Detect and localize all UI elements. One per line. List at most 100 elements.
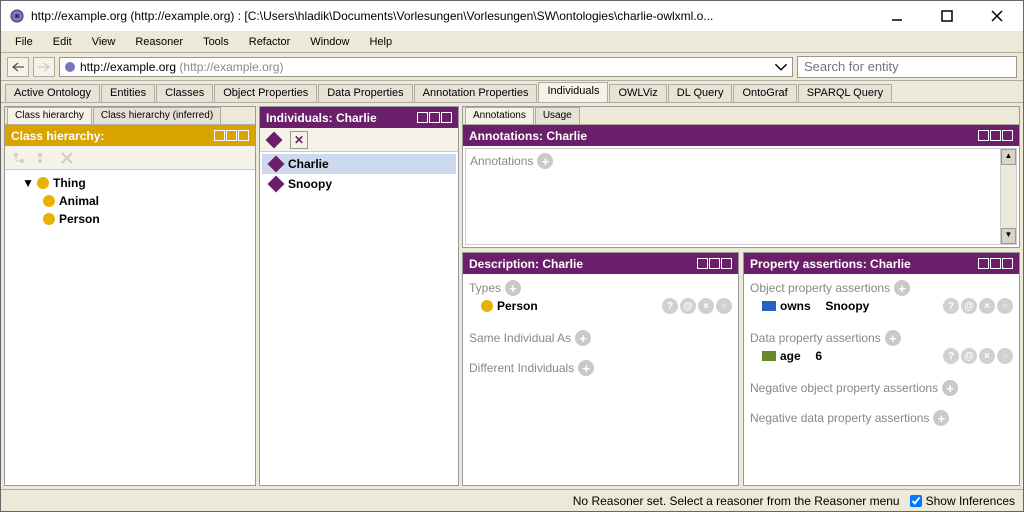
add-neg-obj-button[interactable]: +: [942, 380, 958, 396]
property-assertions-header: Property assertions: Charlie: [744, 253, 1019, 274]
menu-tools[interactable]: Tools: [195, 34, 237, 50]
property-assertions-title: Property assertions: Charlie: [750, 257, 911, 271]
edit-icon[interactable]: ○: [997, 348, 1013, 364]
tab-active-ontology[interactable]: Active Ontology: [5, 84, 100, 102]
add-data-prop-button[interactable]: +: [885, 330, 901, 346]
panel-pin-icon[interactable]: [697, 258, 708, 269]
data-prop-age[interactable]: age 6 ?@×○: [750, 346, 1013, 366]
individual-icon: [268, 156, 285, 173]
close-button[interactable]: [979, 3, 1015, 29]
add-same-button[interactable]: +: [575, 330, 591, 346]
panel-close-icon[interactable]: [238, 130, 249, 141]
tab-classes[interactable]: Classes: [156, 84, 213, 102]
tree-node-thing[interactable]: ▼Thing: [9, 174, 251, 192]
menu-view[interactable]: View: [84, 34, 124, 50]
panel-pin-icon[interactable]: [214, 130, 225, 141]
panel-close-icon[interactable]: [721, 258, 732, 269]
panel-pin-icon[interactable]: [978, 258, 989, 269]
add-type-button[interactable]: +: [505, 280, 521, 296]
tab-individuals[interactable]: Individuals: [538, 82, 608, 102]
individuals-toolbar: ✕: [260, 128, 458, 152]
panel-close-icon[interactable]: [1002, 130, 1013, 141]
remove-icon[interactable]: ×: [698, 298, 714, 314]
tab-data-properties[interactable]: Data Properties: [318, 84, 412, 102]
add-diff-button[interactable]: +: [578, 360, 594, 376]
url-dropdown-icon[interactable]: [774, 60, 788, 74]
window-title: http://example.org (http://example.org) …: [31, 9, 873, 23]
panel-opts-icon[interactable]: [709, 258, 720, 269]
url-secondary: (http://example.org): [176, 60, 283, 74]
tab-annotations[interactable]: Annotations: [465, 107, 534, 124]
tree-node-animal[interactable]: Animal: [9, 192, 251, 210]
help-icon[interactable]: ?: [943, 298, 959, 314]
delete-individual-button[interactable]: ✕: [290, 131, 308, 149]
scroll-down-icon[interactable]: ▼: [1001, 228, 1016, 244]
add-annotation-button[interactable]: +: [537, 153, 553, 169]
nav-forward-button[interactable]: [33, 57, 55, 77]
panel-opts-icon[interactable]: [429, 112, 440, 123]
edit-icon[interactable]: ○: [716, 298, 732, 314]
at-icon[interactable]: @: [961, 298, 977, 314]
annotations-label: Annotations: [470, 154, 533, 168]
nav-back-button[interactable]: [7, 57, 29, 77]
add-neg-data-button[interactable]: +: [933, 410, 949, 426]
individuals-header: Individuals: Charlie: [260, 107, 458, 128]
minimize-button[interactable]: [879, 3, 915, 29]
tree-node-person[interactable]: Person: [9, 210, 251, 228]
panel-close-icon[interactable]: [1002, 258, 1013, 269]
neg-obj-prop-label: Negative object property assertions: [750, 381, 938, 395]
remove-icon[interactable]: ×: [979, 298, 995, 314]
panel-pin-icon[interactable]: [417, 112, 428, 123]
remove-icon[interactable]: ×: [979, 348, 995, 364]
help-icon[interactable]: ?: [943, 348, 959, 364]
maximize-button[interactable]: [929, 3, 965, 29]
main-tabs: Active OntologyEntitiesClassesObject Pro…: [1, 81, 1023, 103]
individual-snoopy[interactable]: Snoopy: [262, 174, 456, 194]
tab-entities[interactable]: Entities: [101, 84, 155, 102]
at-icon[interactable]: @: [680, 298, 696, 314]
class-hierarchy-title: Class hierarchy:: [11, 129, 104, 143]
obj-prop-owns[interactable]: owns Snoopy ?@×○: [750, 296, 1013, 316]
panel-opts-icon[interactable]: [990, 130, 1001, 141]
menu-file[interactable]: File: [7, 34, 41, 50]
edit-icon[interactable]: ○: [997, 298, 1013, 314]
tab-class-hierarchy[interactable]: Class hierarchy: [7, 107, 92, 124]
tab-dl-query[interactable]: DL Query: [668, 84, 733, 102]
add-individual-button[interactable]: [266, 131, 283, 148]
panel-close-icon[interactable]: [441, 112, 452, 123]
add-subclass-button[interactable]: [9, 149, 29, 167]
scroll-up-icon[interactable]: ▲: [1001, 149, 1016, 165]
tab-sparql-query[interactable]: SPARQL Query: [798, 84, 892, 102]
tree-label: Thing: [53, 176, 86, 190]
individual-charlie[interactable]: Charlie: [262, 154, 456, 174]
prop-name: age: [780, 349, 801, 363]
scrollbar[interactable]: ▲▼: [1000, 149, 1016, 244]
add-obj-prop-button[interactable]: +: [894, 280, 910, 296]
menu-edit[interactable]: Edit: [45, 34, 80, 50]
menu-refactor[interactable]: Refactor: [241, 34, 299, 50]
individuals-title: Individuals: Charlie: [266, 111, 377, 125]
search-input[interactable]: [797, 56, 1017, 78]
at-icon[interactable]: @: [961, 348, 977, 364]
menu-window[interactable]: Window: [302, 34, 357, 50]
type-person[interactable]: Person ?@×○: [469, 296, 732, 316]
tab-annotation-properties[interactable]: Annotation Properties: [414, 84, 538, 102]
add-sibling-button[interactable]: [33, 149, 53, 167]
neg-data-prop-label: Negative data property assertions: [750, 411, 929, 425]
tab-class-hierarchy-inferred[interactable]: Class hierarchy (inferred): [93, 107, 221, 124]
url-field[interactable]: http://example.org (http://example.org): [59, 57, 793, 77]
delete-class-button[interactable]: [57, 149, 77, 167]
help-icon[interactable]: ?: [662, 298, 678, 314]
panel-pin-icon[interactable]: [978, 130, 989, 141]
description-title: Description: Charlie: [469, 257, 583, 271]
tab-ontograf[interactable]: OntoGraf: [733, 84, 796, 102]
tab-owlviz[interactable]: OWLViz: [609, 84, 666, 102]
description-body: Types+ Person ?@×○ Same Individual As+ D…: [463, 274, 738, 485]
tab-usage[interactable]: Usage: [535, 107, 580, 124]
panel-opts-icon[interactable]: [990, 258, 1001, 269]
panel-opts-icon[interactable]: [226, 130, 237, 141]
tab-object-properties[interactable]: Object Properties: [214, 84, 317, 102]
show-inferences-checkbox[interactable]: Show Inferences: [910, 494, 1015, 508]
menu-help[interactable]: Help: [361, 34, 400, 50]
menu-reasoner[interactable]: Reasoner: [127, 34, 191, 50]
